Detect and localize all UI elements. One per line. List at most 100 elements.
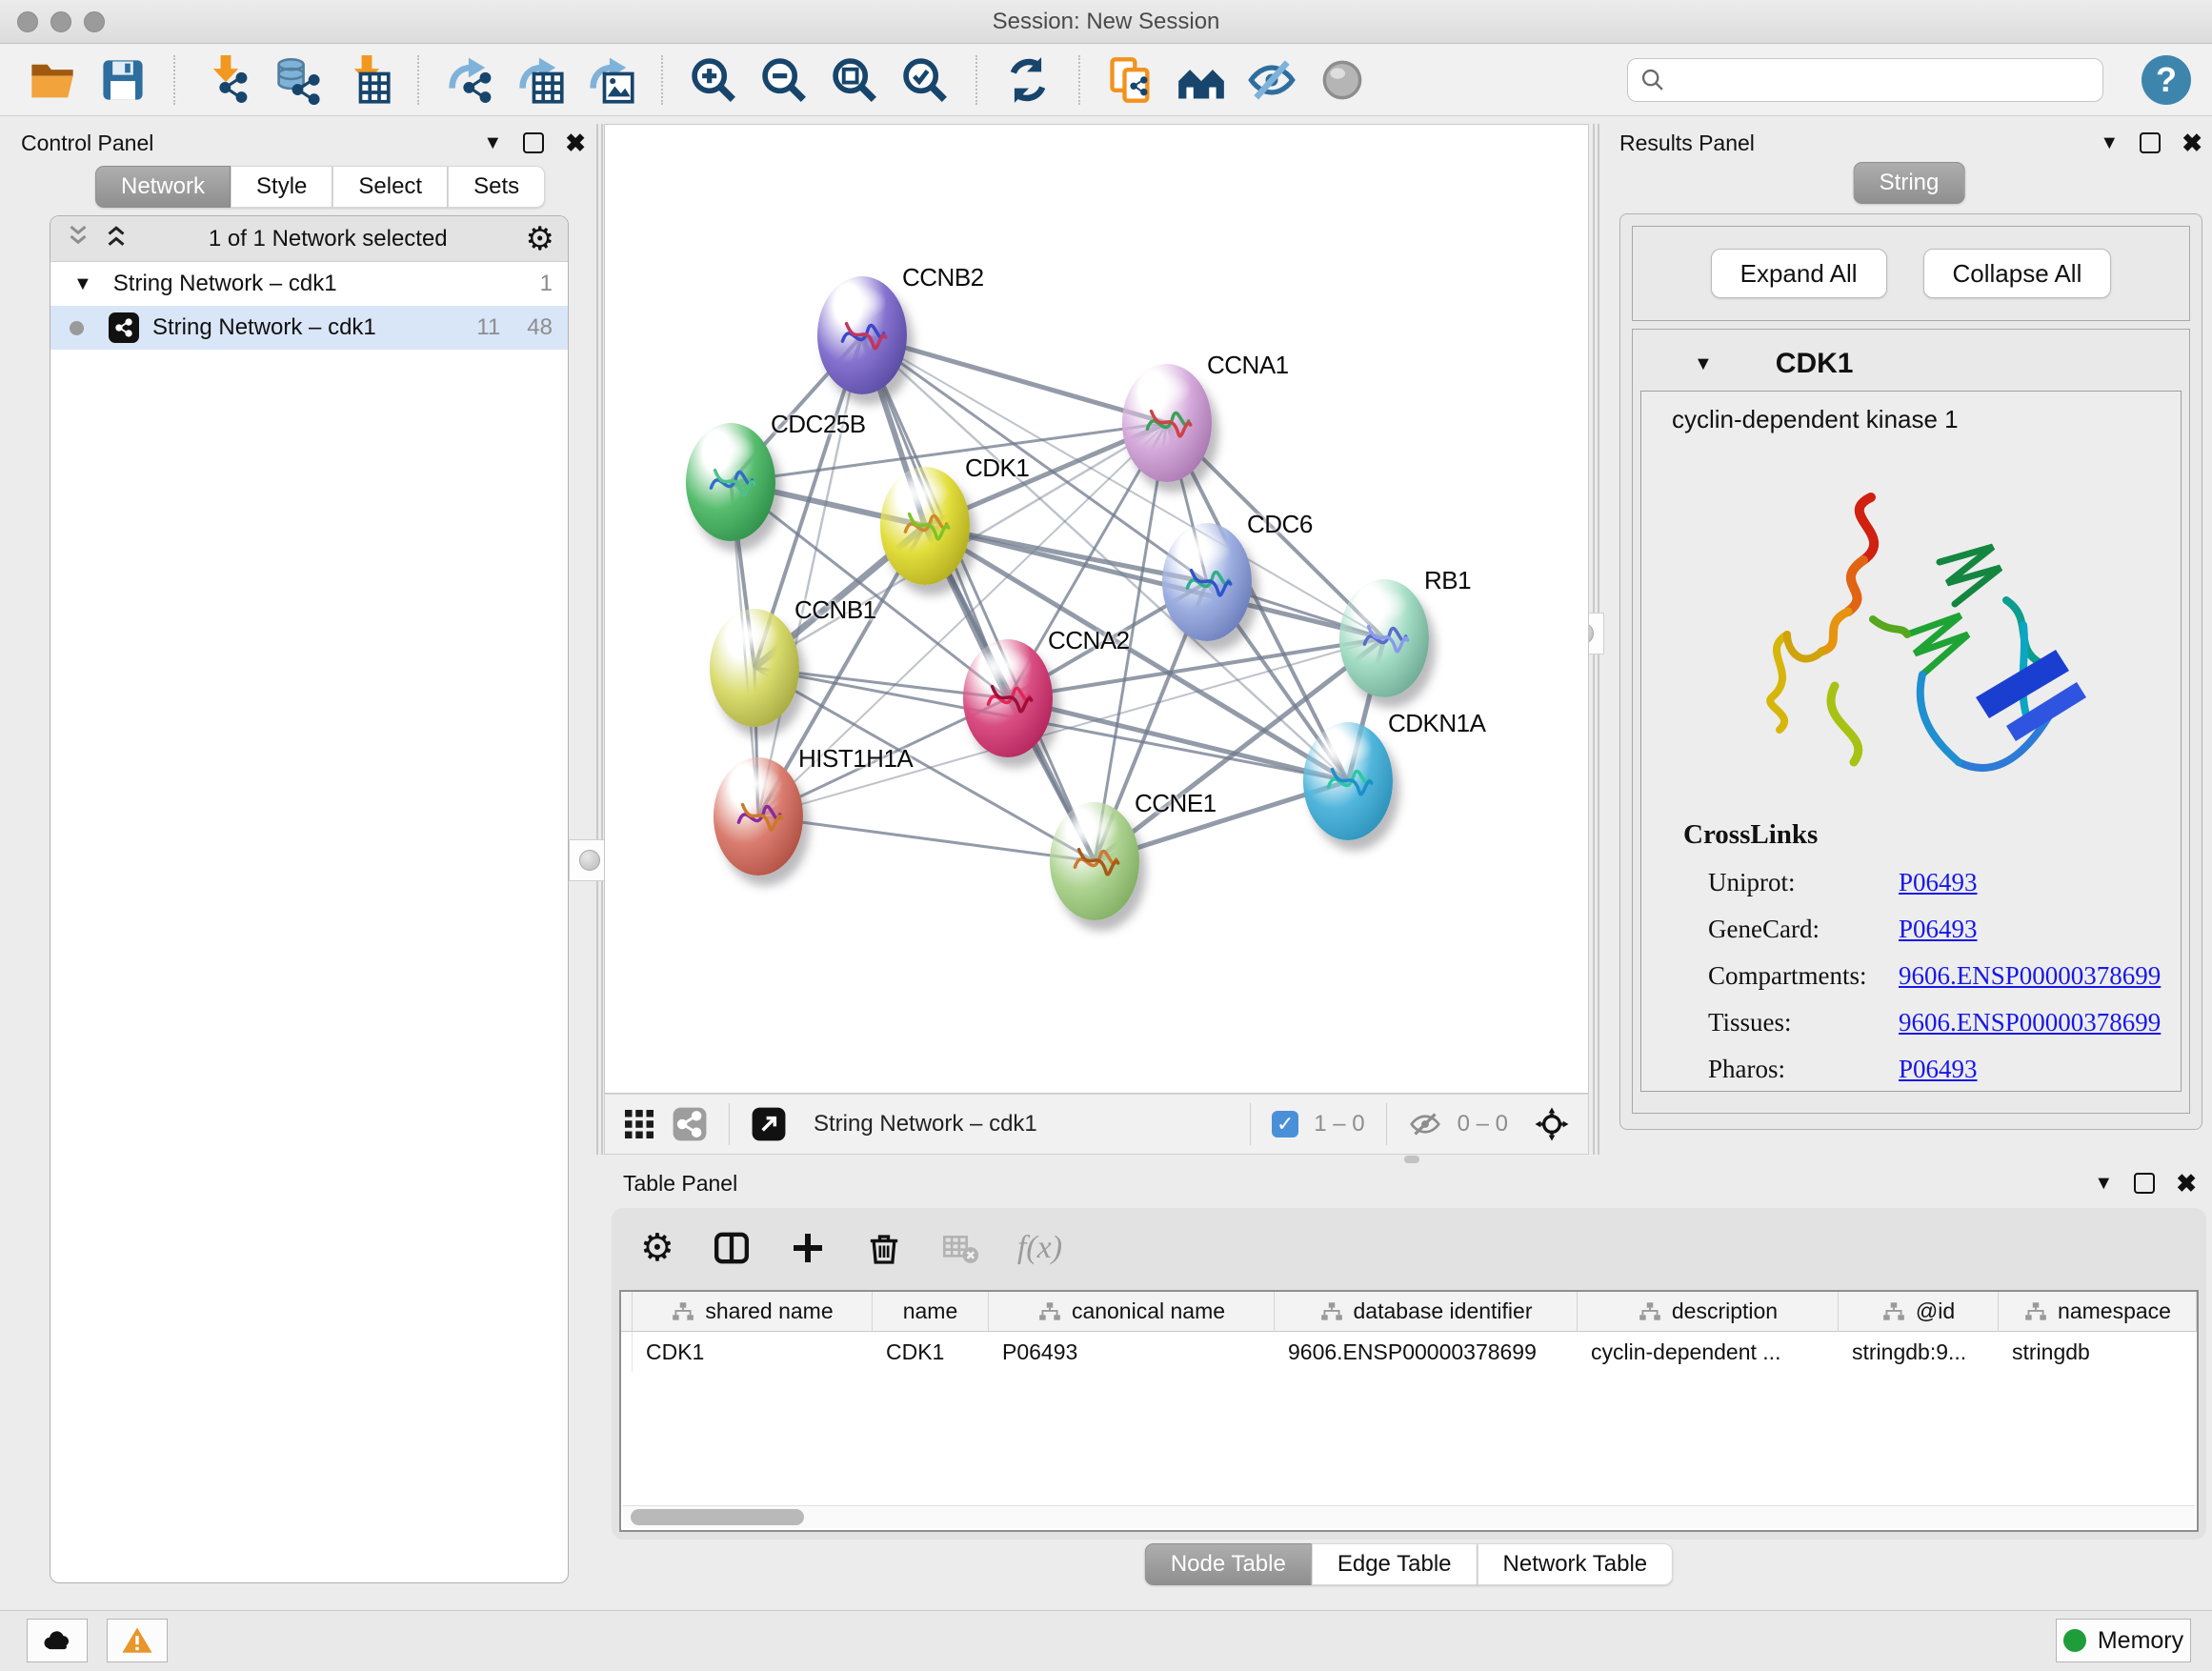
zoom-selected-icon[interactable] (897, 52, 953, 108)
tab-network-table[interactable]: Network Table (1478, 1543, 1674, 1585)
protein-expand-icon[interactable]: ▼ (1694, 353, 1713, 375)
new-network-from-selection-icon[interactable] (1103, 52, 1158, 108)
network-collection-row[interactable]: ▼ String Network – cdk1 1 (50, 262, 568, 306)
expand-all-button[interactable]: Expand All (1711, 249, 1887, 298)
network-canvas[interactable]: CCNB2 CCNA1 CDC25B CDK1 CDC6 RB1CCNB1 (604, 124, 1589, 1094)
zoom-out-icon[interactable] (756, 52, 812, 108)
table-cell[interactable]: stringdb:9... (1839, 1332, 1999, 1372)
crosslink-link[interactable]: P06493 (1899, 868, 1978, 897)
column-header-namespace[interactable]: namespace (1999, 1292, 2197, 1331)
column-header-shared-name[interactable]: shared name (633, 1292, 873, 1331)
network-edge[interactable] (758, 816, 1095, 861)
table-row[interactable]: CDK1CDK1P064939606.ENSP00000378699cyclin… (621, 1332, 2197, 1372)
collapse-all-button[interactable]: Collapse All (1923, 249, 2112, 298)
selected-count-checkbox-icon[interactable]: ✓ (1272, 1111, 1298, 1137)
control-panel-float-icon[interactable] (523, 132, 544, 153)
crosslink-link[interactable]: 9606.ENSP00000378699 (1899, 961, 2161, 991)
import-network-database-icon[interactable] (269, 52, 324, 108)
collection-expand-icon[interactable]: ▼ (73, 273, 92, 295)
table-gear-icon[interactable]: ⚙ (640, 1229, 674, 1267)
birds-eye-view-icon[interactable] (1533, 1105, 1571, 1143)
network-edge[interactable] (862, 335, 1095, 861)
crosslink-link[interactable]: P06493 (1899, 1055, 1978, 1084)
horizontal-splitter[interactable] (604, 1155, 2212, 1164)
network-node-ccnb2[interactable] (817, 276, 907, 394)
tab-style[interactable]: Style (231, 166, 332, 208)
import-network-file-icon[interactable] (198, 52, 253, 108)
save-session-icon[interactable] (95, 52, 151, 108)
column-header--id[interactable]: @id (1839, 1292, 1999, 1331)
network-node-ccne1[interactable] (1050, 802, 1139, 920)
hide-selected-icon[interactable] (1244, 52, 1299, 108)
crosslink-link[interactable]: 9606.ENSP00000378699 (1899, 1008, 2161, 1037)
table-cell[interactable]: CDK1 (873, 1332, 989, 1372)
tab-select[interactable]: Select (332, 166, 448, 208)
column-header-canonical-name[interactable]: canonical name (989, 1292, 1275, 1331)
table-panel-close-icon[interactable]: ✖ (2176, 1169, 2197, 1198)
network-node-ccna1[interactable] (1122, 364, 1212, 482)
table-cell[interactable]: P06493 (989, 1332, 1275, 1372)
results-panel-float-icon[interactable] (2140, 132, 2161, 153)
grid-view-icon[interactable] (622, 1107, 656, 1141)
network-edge[interactable] (925, 526, 1384, 638)
show-columns-icon[interactable] (713, 1229, 751, 1267)
zoom-fit-icon[interactable] (827, 52, 882, 108)
results-panel-close-icon[interactable]: ✖ (2182, 129, 2202, 158)
first-neighbors-icon[interactable] (1174, 52, 1229, 108)
network-node-hist1h1a[interactable] (714, 757, 803, 876)
protein-section-header[interactable]: ▼ CDK1 (1640, 337, 2182, 391)
network-node-cdkn1a[interactable] (1303, 722, 1393, 840)
control-panel-close-icon[interactable]: ✖ (565, 129, 586, 158)
warning-status-button[interactable] (107, 1619, 168, 1662)
node-table[interactable]: shared namenamecanonical namedatabase id… (619, 1290, 2199, 1532)
column-header-description[interactable]: description (1578, 1292, 1839, 1331)
expand-all-icon[interactable] (102, 222, 131, 255)
import-table-file-icon[interactable] (339, 52, 394, 108)
zoom-window-icon[interactable] (84, 11, 105, 32)
table-cell[interactable]: stringdb (1999, 1332, 2197, 1372)
table-cell[interactable]: CDK1 (633, 1332, 873, 1372)
network-view-mode-icon[interactable] (672, 1106, 708, 1142)
search-input[interactable] (1674, 67, 2091, 93)
close-window-icon[interactable] (17, 11, 38, 32)
tab-network[interactable]: Network (95, 166, 231, 208)
show-all-icon[interactable] (1315, 52, 1370, 108)
crosslink-link[interactable]: P06493 (1899, 915, 1978, 944)
zoom-in-icon[interactable] (686, 52, 741, 108)
search-box[interactable] (1627, 58, 2103, 102)
tab-sets[interactable]: Sets (448, 166, 545, 208)
network-node-ccna2[interactable] (963, 639, 1053, 757)
table-horizontal-scrollbar[interactable] (623, 1505, 2195, 1528)
column-header-name[interactable]: name (873, 1292, 989, 1331)
collapse-all-icon[interactable] (64, 222, 92, 255)
left-splitter[interactable] (596, 124, 603, 1155)
tab-node-table[interactable]: Node Table (1145, 1543, 1312, 1585)
export-image-icon[interactable] (583, 52, 638, 108)
help-button[interactable]: ? (2142, 55, 2191, 105)
detach-view-icon[interactable] (751, 1106, 787, 1142)
memory-button[interactable]: Memory (2056, 1619, 2191, 1662)
network-list-gear-icon[interactable]: ⚙ (526, 223, 554, 255)
network-node-cdc25b[interactable] (686, 423, 775, 541)
refresh-network-icon[interactable] (1000, 52, 1056, 108)
network-node-cdk1[interactable] (880, 467, 970, 585)
cloud-status-button[interactable] (27, 1619, 88, 1662)
tab-edge-table[interactable]: Edge Table (1312, 1543, 1478, 1585)
minimize-window-icon[interactable] (50, 11, 71, 32)
table-cell[interactable]: 9606.ENSP00000378699 (1275, 1332, 1578, 1372)
network-node-rb1[interactable] (1339, 579, 1429, 697)
control-panel-menu-icon[interactable]: ▼ (483, 132, 502, 154)
delete-column-icon[interactable] (865, 1229, 903, 1267)
add-column-icon[interactable] (789, 1229, 827, 1267)
table-panel-menu-icon[interactable]: ▼ (2094, 1173, 2113, 1195)
network-node-cdc6[interactable] (1162, 523, 1252, 641)
network-row-selected[interactable]: String Network – cdk1 11 48 (50, 306, 568, 350)
column-header-database-identifier[interactable]: database identifier (1275, 1292, 1578, 1331)
export-network-icon[interactable] (442, 52, 497, 108)
network-node-ccnb1[interactable] (710, 609, 799, 727)
table-cell[interactable]: cyclin-dependent ... (1578, 1332, 1839, 1372)
results-panel-menu-icon[interactable]: ▼ (2100, 132, 2119, 154)
network-edge[interactable] (862, 335, 1167, 423)
tab-string[interactable]: String (1854, 162, 1965, 204)
open-session-icon[interactable] (25, 52, 80, 108)
